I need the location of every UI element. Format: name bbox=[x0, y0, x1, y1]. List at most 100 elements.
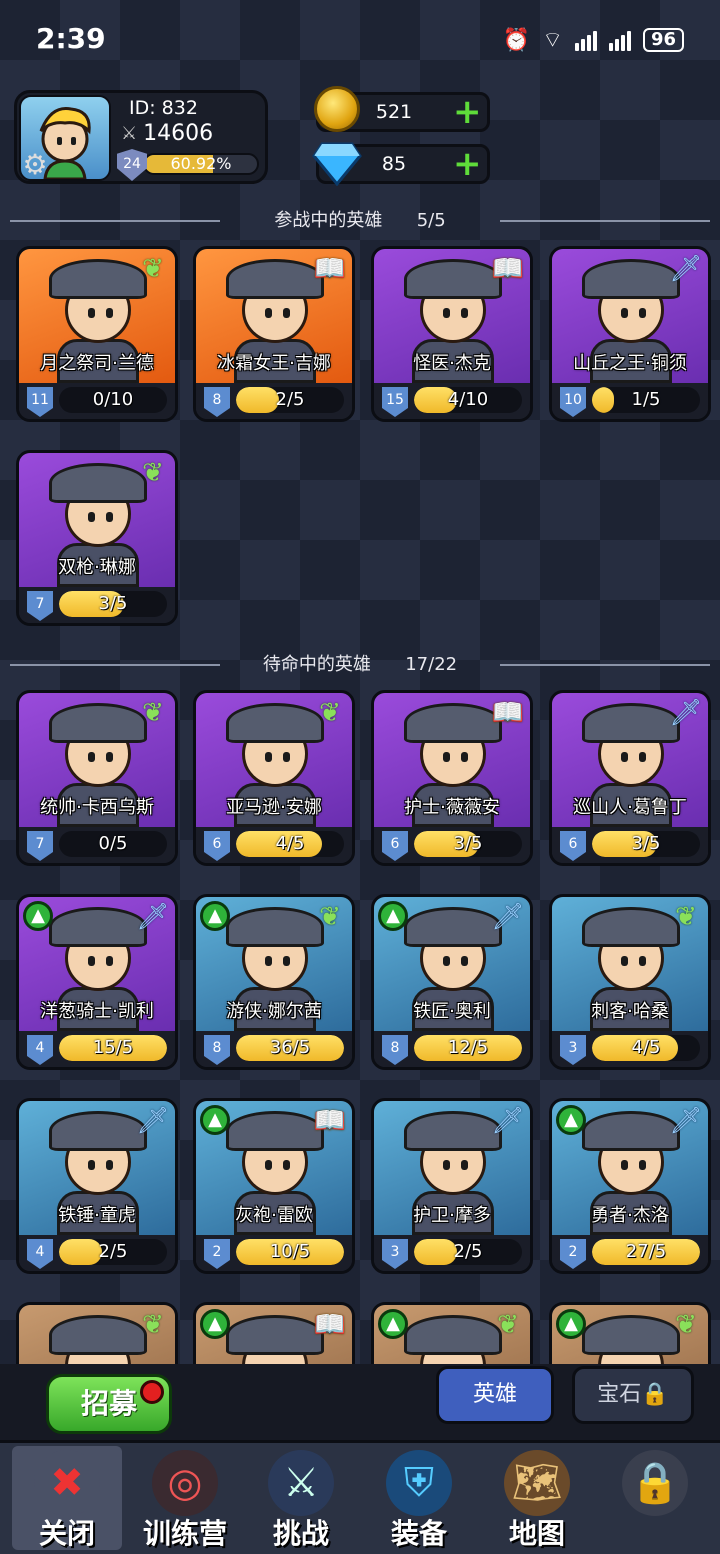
close-icon: ✖ bbox=[34, 1450, 100, 1516]
hero-card[interactable]: 📖 ▲ 灰袍·雷欧 2 10/5 bbox=[193, 1098, 355, 1274]
nav-item[interactable]: ⚔ 挑战 bbox=[246, 1446, 356, 1550]
upgrade-arrow-icon: ▲ bbox=[378, 901, 408, 931]
hero-footer: 10 1/5 bbox=[552, 383, 708, 419]
hero-card[interactable]: 🗡 ▲ 勇者·杰洛 2 27/5 bbox=[549, 1098, 711, 1274]
hero-name: 统帅·卡西乌斯 bbox=[40, 797, 154, 818]
level-shield-badge: 24 bbox=[117, 149, 147, 181]
hero-hat bbox=[49, 703, 147, 743]
hero-footer: 2 27/5 bbox=[552, 1235, 708, 1271]
hero-card[interactable]: 🗡 山丘之王·铜须 10 1/5 bbox=[549, 246, 711, 422]
hero-name: 铁锤·童虎 bbox=[58, 1205, 136, 1226]
settings-gear-icon[interactable]: ⚙ bbox=[19, 149, 51, 181]
hero-card[interactable]: 🗡 铁锤·童虎 4 2/5 bbox=[16, 1098, 178, 1274]
hero-footer: 8 12/5 bbox=[374, 1031, 530, 1067]
hero-progress-bar: 3/5 bbox=[414, 831, 522, 857]
hero-level-badge: 15 bbox=[382, 387, 408, 417]
hero-level-badge: 4 bbox=[27, 1035, 53, 1065]
reserve-section-title: 待命中的英雄 bbox=[262, 654, 371, 675]
hero-card[interactable]: ❦ ▲ bbox=[549, 1302, 711, 1364]
hero-card[interactable]: 🗡 巡山人·葛鲁丁 6 3/5 bbox=[549, 690, 711, 866]
hero-footer: 6 3/5 bbox=[552, 827, 708, 863]
nav-item[interactable]: ◎ 训练营 bbox=[130, 1446, 240, 1550]
upgrade-arrow-icon: ▲ bbox=[556, 1105, 586, 1135]
book-icon: 📖 bbox=[313, 1106, 347, 1136]
nav-item[interactable]: ⛨ 装备 bbox=[364, 1446, 474, 1550]
hero-card[interactable]: ❦ ▲ bbox=[371, 1302, 533, 1364]
hero-card[interactable]: ❦ 刺客·哈桑 3 4/5 bbox=[549, 894, 711, 1070]
crossed-swords-icon: ⚔ bbox=[121, 123, 138, 144]
hero-name: 勇者·杰洛 bbox=[591, 1205, 669, 1226]
map-icon: 🗺 bbox=[504, 1450, 570, 1516]
hero-hat bbox=[226, 703, 324, 743]
hero-card[interactable]: ❦ bbox=[16, 1302, 178, 1364]
sword-icon: 🗡 bbox=[136, 1106, 170, 1136]
hero-card[interactable]: 🗡 ▲ 洋葱骑士·凯利 4 15/5 bbox=[16, 894, 178, 1070]
hero-progress-bar: 2/5 bbox=[414, 1239, 522, 1265]
hero-hat bbox=[404, 1111, 502, 1151]
hero-card[interactable]: ❦ 亚马逊·安娜 6 4/5 bbox=[193, 690, 355, 866]
battery-indicator: 96 bbox=[642, 28, 684, 52]
reserve-section-count: 17/22 bbox=[405, 654, 458, 675]
book-icon: 📖 bbox=[491, 254, 525, 284]
hero-name: 怪医·杰克 bbox=[413, 353, 491, 374]
wing-icon: ❦ bbox=[675, 1310, 697, 1340]
hero-progress-text: 27/5 bbox=[625, 1241, 667, 1262]
hero-hat bbox=[404, 1315, 502, 1355]
hero-progress-text: 1/5 bbox=[631, 389, 661, 410]
tab-heroes[interactable]: 英雄 bbox=[436, 1366, 554, 1424]
profile-panel[interactable]: ⚙ ID: 832 ⚔ 14606 60.92% 24 bbox=[14, 90, 268, 184]
upgrade-arrow-icon: ▲ bbox=[200, 1309, 230, 1339]
add-gem-button[interactable]: + bbox=[453, 147, 482, 181]
hero-card[interactable]: 📖 冰霜女王·吉娜 8 2/5 bbox=[193, 246, 355, 422]
hero-progress-bar: 27/5 bbox=[592, 1239, 700, 1265]
hero-card[interactable]: 📖 ▲ bbox=[193, 1302, 355, 1364]
hero-card[interactable]: ❦ ▲ 游侠·娜尔茜 8 36/5 bbox=[193, 894, 355, 1070]
hero-name: 护卫·摩多 bbox=[413, 1205, 491, 1226]
book-icon: 📖 bbox=[313, 254, 347, 284]
hero-progress-text: 2/5 bbox=[98, 1241, 128, 1262]
nav-item[interactable]: 🔒 bbox=[600, 1446, 710, 1550]
hero-card[interactable]: ❦ 月之祭司·兰德 11 0/10 bbox=[16, 246, 178, 422]
hero-level-badge: 8 bbox=[204, 387, 230, 417]
hero-hat bbox=[582, 259, 680, 299]
active-section-count: 5/5 bbox=[416, 210, 446, 231]
hero-card[interactable]: 📖 护士·薇薇安 6 3/5 bbox=[371, 690, 533, 866]
upgrade-arrow-icon: ▲ bbox=[23, 901, 53, 931]
hero-name: 亚马逊·安娜 bbox=[226, 797, 322, 818]
level-percent: 60.92% bbox=[170, 154, 232, 173]
hero-card[interactable]: ❦ 双枪·琳娜 7 3/5 bbox=[16, 450, 178, 626]
hero-hat bbox=[49, 1315, 147, 1355]
hero-hat bbox=[226, 1315, 324, 1355]
wing-icon: ❦ bbox=[142, 698, 164, 728]
hero-progress-bar: 4/5 bbox=[236, 831, 344, 857]
hero-progress-text: 3/5 bbox=[631, 833, 661, 854]
upgrade-arrow-icon: ▲ bbox=[556, 1309, 586, 1339]
sword-icon: 🗡 bbox=[491, 1106, 525, 1136]
hero-card[interactable]: 🗡 ▲ 铁匠·奥利 8 12/5 bbox=[371, 894, 533, 1070]
hero-progress-text: 4/5 bbox=[631, 1037, 661, 1058]
nav-label: 地图 bbox=[508, 1517, 565, 1550]
player-id: ID: 832 bbox=[129, 97, 198, 119]
add-gold-button[interactable]: + bbox=[453, 95, 482, 129]
hero-footer: 4 15/5 bbox=[19, 1031, 175, 1067]
tab-gems-label: 宝石 bbox=[597, 1382, 642, 1407]
tab-gems-locked[interactable]: 宝石🔒 bbox=[572, 1366, 694, 1424]
wing-icon: ❦ bbox=[675, 902, 697, 932]
hero-card[interactable]: 📖 怪医·杰克 15 4/10 bbox=[371, 246, 533, 422]
hero-progress-text: 3/5 bbox=[453, 833, 483, 854]
hero-progress-text: 4/10 bbox=[447, 389, 489, 410]
book-icon: 📖 bbox=[491, 698, 525, 728]
hero-level-badge: 6 bbox=[204, 831, 230, 861]
hero-card[interactable]: 🗡 护卫·摩多 3 2/5 bbox=[371, 1098, 533, 1274]
upgrade-arrow-icon: ▲ bbox=[200, 1105, 230, 1135]
hero-progress-text: 0/5 bbox=[98, 833, 128, 854]
hero-footer: 7 0/5 bbox=[19, 827, 175, 863]
hero-level-badge: 8 bbox=[204, 1035, 230, 1065]
hero-card[interactable]: ❦ 统帅·卡西乌斯 7 0/5 bbox=[16, 690, 178, 866]
hero-level-badge: 10 bbox=[560, 387, 586, 417]
hero-name: 巡山人·葛鲁丁 bbox=[573, 797, 687, 818]
nav-item[interactable]: ✖ 关闭 bbox=[12, 1446, 122, 1550]
nav-item[interactable]: 🗺 地图 bbox=[482, 1446, 592, 1550]
hero-footer: 3 4/5 bbox=[552, 1031, 708, 1067]
lock-icon: 🔒 bbox=[622, 1450, 688, 1516]
